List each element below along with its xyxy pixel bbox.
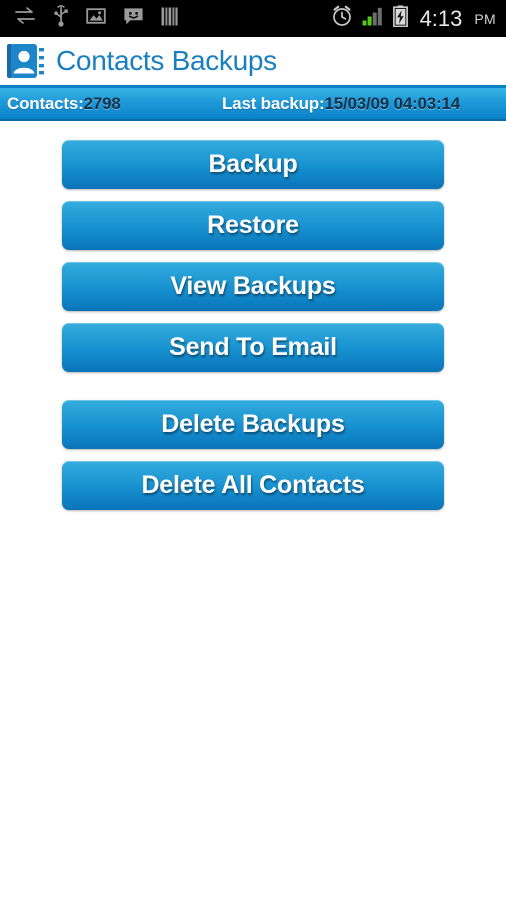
restore-button[interactable]: Restore (62, 201, 444, 250)
usb-icon (53, 4, 69, 32)
backup-button[interactable]: Backup (62, 140, 444, 189)
contacts-count-value: 2798 (83, 93, 121, 113)
android-status-bar[interactable]: 4:13 PM (0, 0, 506, 37)
backup-button-row: Backup (0, 140, 506, 189)
delete-all-contacts-button[interactable]: Delete All Contacts (62, 461, 444, 510)
page-title: Contacts Backups (56, 45, 277, 76)
sync-transfer-icon (14, 6, 36, 31)
view-backups-button-row: View Backups (0, 262, 506, 311)
status-bar-notification-icons (14, 4, 331, 32)
send-to-email-button-row: Send To Email (0, 323, 506, 372)
sms-message-icon (123, 7, 144, 31)
delete-backups-button[interactable]: Delete Backups (62, 400, 444, 449)
view-backups-button[interactable]: View Backups (62, 262, 444, 311)
last-backup-label: Last backup: (222, 93, 325, 113)
delete-all-contacts-button-row: Delete All Contacts (0, 461, 506, 510)
status-bar-system-icons: 4:13 PM (331, 5, 496, 32)
status-bar-clock-ampm: PM (474, 10, 496, 27)
contacts-book-icon (5, 40, 47, 82)
alarm-clock-icon (331, 5, 353, 32)
restore-button-row: Restore (0, 201, 506, 250)
contacts-count-label: Contacts: (7, 93, 84, 113)
contacts-count: Contacts:2798 (7, 94, 121, 114)
app-title-bar: Contacts Backups (0, 37, 506, 88)
last-backup-value: 15/03/09 04:03:14 (324, 93, 461, 113)
status-info-bar: Contacts:2798 Last backup:15/03/09 04:03… (0, 88, 506, 121)
battery-charging-icon (392, 5, 408, 32)
status-bar-clock: 4:13 (419, 5, 463, 31)
app-screen: 4:13 PM Contacts Backups Contacts:2798 L… (0, 0, 506, 900)
main-content: Backup Restore View Backups Send To Emai… (0, 121, 506, 895)
vertical-bars-icon (161, 7, 178, 31)
screenshot-image-icon (86, 7, 106, 30)
signal-bars-icon (362, 7, 384, 31)
last-backup-info: Last backup:15/03/09 04:03:14 (222, 94, 460, 114)
delete-backups-button-row: Delete Backups (0, 400, 506, 449)
send-to-email-button[interactable]: Send To Email (62, 323, 444, 372)
